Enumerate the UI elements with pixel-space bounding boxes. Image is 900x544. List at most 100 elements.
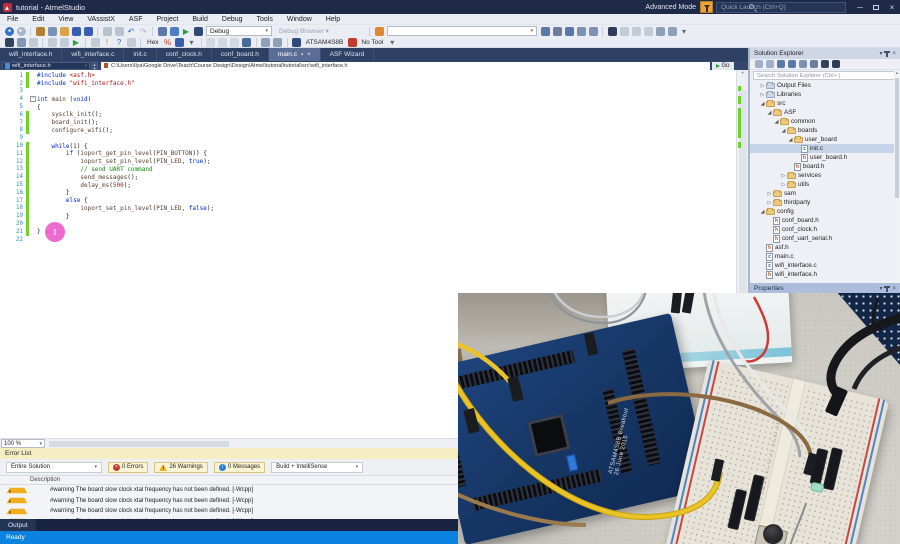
device-name-label[interactable]: ATSAM4S8B [306,39,344,46]
menu-item-view[interactable]: View [51,14,80,25]
toolbar2-overflow-icon[interactable]: ▾ [388,38,397,47]
scope-dropdown[interactable]: wifi_interface.h ▾ [2,61,90,70]
splitter-grip[interactable]: + [737,70,748,78]
redo-icon[interactable]: ↷ [139,27,148,36]
profile-icon[interactable] [16,37,26,47]
expander-closed-icon[interactable]: ▷ [766,191,773,197]
tree-item-board.h[interactable]: h board.h [750,162,900,171]
stop-debug-icon[interactable] [28,37,38,47]
image-icon[interactable] [576,26,586,36]
new-project-icon[interactable] [35,26,45,36]
attach-target-icon[interactable] [4,37,14,47]
save-all-icon[interactable] [83,26,93,36]
tree-item-ASF[interactable]: ◢ ASF [750,108,900,117]
expander-open-icon[interactable]: ◢ [787,137,794,143]
extension-icon[interactable] [564,26,574,36]
tab-wifi_interface.h[interactable]: wifi_interface.h [0,48,63,61]
continue-icon[interactable]: ▶ [72,38,81,47]
se-pin-icon[interactable] [831,60,840,68]
code-line[interactable]: 2 #include "wifi_interface.h" [0,79,736,88]
tree-item-Output Files[interactable]: ▷ Output Files [750,81,900,90]
tree-item-Libraries[interactable]: ▷ Libraries [750,90,900,99]
save-icon[interactable] [71,26,81,36]
tab-wifi_interface.c[interactable]: wifi_interface.c [62,48,125,61]
messages-filter-button[interactable]: i0 Messages [213,461,266,473]
tree-item-wifi_interface.h[interactable]: h wifi_interface.h [750,270,900,279]
tree-item-config[interactable]: ◢ config [750,207,900,216]
se-forward-icon[interactable] [765,60,774,68]
bookmark-prev-icon[interactable] [631,26,641,36]
expander-open-icon[interactable]: ◢ [773,119,780,125]
navigate-backward-icon[interactable]: ◄ [4,26,14,36]
cut-icon[interactable] [102,26,112,36]
attach-icon[interactable] [193,26,203,36]
code-line[interactable]: 6 sysclk_init(); [0,110,736,119]
expander-open-icon[interactable]: ◢ [759,209,766,215]
expander-open-icon[interactable]: ◢ [759,101,766,107]
menu-item-build[interactable]: Build [185,14,215,25]
menu-item-project[interactable]: Project [150,14,186,25]
step-into-icon[interactable] [90,37,100,47]
se-properties-icon[interactable] [809,60,818,68]
solution-configuration-combo[interactable]: Debug ▾ [206,26,272,36]
refresh-icon[interactable] [655,26,665,36]
tree-item-src[interactable]: ◢ src [750,99,900,108]
hex-toggle[interactable]: Hex [147,39,159,46]
expander-closed-icon[interactable]: ▷ [759,92,766,98]
tab-ASF Wizard[interactable]: ASF Wizard [321,48,375,61]
nav-split-buttons[interactable]: ▲ ▼ [91,61,98,70]
tab-conf_board.h[interactable]: conf_board.h [212,48,269,61]
code-line[interactable]: 20 [0,220,736,228]
tree-item-wifi_interface.c[interactable]: c wifi_interface.c [750,261,900,270]
code-line[interactable]: 7 board_init(); [0,118,736,127]
errors-filter-button[interactable]: × 0 Errors [108,461,149,473]
pause-icon[interactable] [59,37,69,47]
code-line[interactable]: 12 ioport_set_pin_level(PIN_LED, true); [0,157,736,166]
code-line[interactable]: 3 [0,88,736,96]
tab-main.c[interactable]: main.c ▪ × [268,48,321,61]
menu-item-window[interactable]: Window [280,14,319,25]
tree-scroll-thumb[interactable] [895,78,899,198]
tree-item-thirdparty[interactable]: ▷ thirdparty [750,198,900,207]
programmer-icon[interactable] [261,37,271,47]
tree-item-asf.h[interactable]: h asf.h [750,243,900,252]
code-line[interactable]: 15 delay_ms(500); [0,181,736,189]
flame-icon[interactable] [374,26,384,36]
go-button[interactable]: Go [712,61,734,70]
start-debugging-icon[interactable]: ▶ [182,27,191,36]
wrench-icon[interactable] [552,26,562,36]
restart-icon[interactable]: ? [115,38,124,47]
profile-filter-button[interactable] [700,1,713,13]
menu-item-asf[interactable]: ASF [122,14,150,25]
disabled-icon-1[interactable] [206,37,216,47]
scroll-up-icon[interactable]: ▲ [894,70,900,75]
disabled-icon-2[interactable] [218,37,228,47]
expander-closed-icon[interactable]: ▷ [780,182,787,188]
tree-item-conf_uart_serial.h[interactable]: h conf_uart_serial.h [750,234,900,243]
percent-icon[interactable]: % [163,38,172,47]
menu-item-vassistx[interactable]: VAssistX [80,14,122,25]
programmer2-icon[interactable] [273,37,283,47]
bookmark-next-icon[interactable] [619,26,629,36]
window-position-icon[interactable]: ▾ [879,285,882,292]
toggle-bookmark-icon[interactable] [643,26,653,36]
code-line[interactable]: 5{ [0,103,736,111]
close-icon[interactable]: × [892,286,896,292]
restore-button[interactable] [868,0,884,14]
refresh-all-icon[interactable] [667,26,677,36]
io-view-icon[interactable] [242,37,252,47]
code-line[interactable]: 9 [0,134,736,142]
show-next-statement-icon[interactable] [47,37,57,47]
memory-dropdown-icon[interactable]: ▾ [187,38,196,47]
build-filter-dropdown[interactable]: Build + IntelliSense ▾ [271,461,364,473]
memory-icon[interactable] [175,37,185,47]
pin-icon[interactable] [884,50,891,57]
expander-closed-icon[interactable]: ▷ [766,200,773,206]
code-line[interactable]: 22 [0,236,736,244]
screen-icon[interactable] [588,26,598,36]
tree-item-utils[interactable]: ▷ utils [750,180,900,189]
scope-filter-dropdown[interactable]: Entire Solution ▾ [6,461,102,473]
close-button[interactable]: × [884,0,900,14]
step-out-icon[interactable] [126,37,136,47]
toolbar-overflow-icon[interactable]: ▾ [680,27,689,36]
